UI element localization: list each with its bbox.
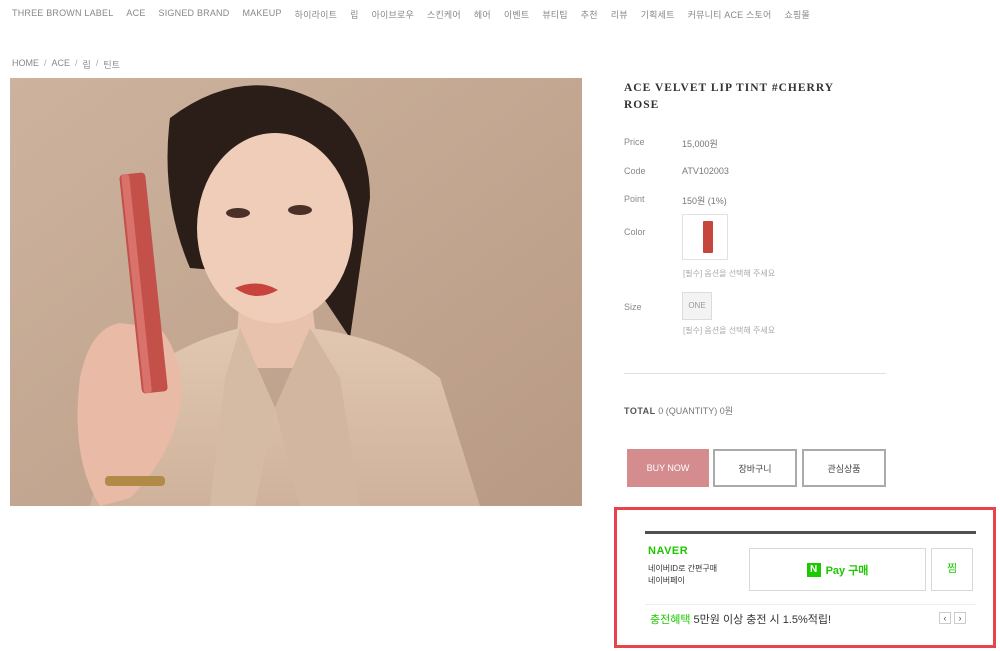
naver-logo: NAVER xyxy=(648,545,689,557)
naverpay-buy-label: Pay 구매 xyxy=(825,564,869,577)
nav-item[interactable]: MAKEUP xyxy=(242,8,281,21)
naverpay-promo: 충전혜택 5만원 이상 충전 시 1.5%적립! xyxy=(650,611,831,627)
color-swatch-sample xyxy=(703,221,713,253)
size-label: Size xyxy=(624,302,642,312)
nav-item[interactable]: 아이브로우 xyxy=(372,8,414,21)
code-value: ATV102003 xyxy=(682,166,729,176)
naverpay-desc-line1: 네이버ID로 간편구매 xyxy=(648,564,718,573)
nav-item[interactable]: 쇼핑몰 xyxy=(785,8,810,21)
model-photo xyxy=(10,78,582,506)
point-label: Point xyxy=(624,194,645,204)
nav-item[interactable]: 헤어 xyxy=(474,8,491,21)
size-option-note: [필수] 옵션을 선택해 주세요 xyxy=(683,326,776,335)
promo-highlight: 충전혜택 xyxy=(650,614,691,626)
naverpay-top-border xyxy=(645,531,976,534)
breadcrumb-item[interactable]: 틴트 xyxy=(103,58,120,71)
code-label: Code xyxy=(624,166,646,176)
top-nav: THREE BROWN LABEL ACE SIGNED BRAND MAKEU… xyxy=(12,8,810,21)
naver-n-icon: N xyxy=(806,562,821,577)
promo-next-icon[interactable]: › xyxy=(954,612,966,624)
color-label: Color xyxy=(624,227,646,237)
code-row: Code ATV102003 xyxy=(624,166,729,176)
breadcrumb-item[interactable]: ACE xyxy=(52,58,71,71)
total-quantity: 0 (QUANTITY) xyxy=(658,406,718,416)
breadcrumb: HOME / ACE / 립 / 틴트 xyxy=(12,58,120,71)
breadcrumb-separator: / xyxy=(75,58,78,68)
nav-item[interactable]: 스킨케어 xyxy=(427,8,461,21)
breadcrumb-separator: / xyxy=(44,58,47,68)
naverpay-buy-button[interactable]: N Pay 구매 xyxy=(749,548,926,591)
naverpay-desc-line2: 네이버페이 xyxy=(648,576,685,585)
price-value: 15,000원 xyxy=(682,139,718,149)
color-swatch[interactable] xyxy=(682,214,728,260)
total-label: TOTAL xyxy=(624,406,656,416)
add-to-cart-button[interactable]: 장바구니 xyxy=(713,449,797,487)
color-option-note: [필수] 옵션을 선택해 주세요 xyxy=(683,269,776,278)
total-row: TOTAL 0 (QUANTITY) 0원 xyxy=(624,404,733,417)
nav-item[interactable]: THREE BROWN LABEL xyxy=(12,8,113,21)
total-amount: 0원 xyxy=(719,406,734,416)
nav-item[interactable]: 리뷰 xyxy=(611,8,628,21)
nav-item[interactable]: 추천 xyxy=(581,8,598,21)
price-label: Price xyxy=(624,137,645,147)
product-title: ACE VELVET LIP TINT #CHERRY ROSE xyxy=(624,82,834,111)
breadcrumb-item[interactable]: HOME xyxy=(12,58,39,71)
naverpay-separator xyxy=(645,604,976,605)
nav-item[interactable]: 립 xyxy=(350,8,358,21)
product-image[interactable] xyxy=(10,78,582,506)
nav-item[interactable]: 하이라이트 xyxy=(295,8,337,21)
price-row: Price 15,000원 xyxy=(624,137,718,149)
breadcrumb-separator: / xyxy=(95,58,99,68)
size-option[interactable]: ONE xyxy=(682,292,712,320)
breadcrumb-item[interactable]: 립 xyxy=(83,58,91,71)
point-value: 150원 (1%) xyxy=(682,196,727,206)
nav-item[interactable]: 기획세트 xyxy=(641,8,675,21)
nav-item[interactable]: ACE xyxy=(126,8,145,21)
buy-now-button[interactable]: BUY NOW xyxy=(627,449,709,487)
promo-prev-icon[interactable]: ‹ xyxy=(939,612,951,624)
nav-item[interactable]: 이벤트 xyxy=(504,8,529,21)
wishlist-button[interactable]: 관심상품 xyxy=(802,449,886,487)
nav-item[interactable]: 뷰티팁 xyxy=(542,8,567,21)
nav-item[interactable]: SIGNED BRAND xyxy=(159,8,230,21)
divider xyxy=(624,373,886,374)
nav-item[interactable]: 커뮤니티 ACE 스토어 xyxy=(688,8,772,21)
point-row: Point 150원 (1%) xyxy=(624,194,727,206)
promo-text: 5만원 이상 충전 시 1.5%적립! xyxy=(690,614,832,626)
naverpay-zzim-button[interactable]: 찜 xyxy=(931,548,973,591)
